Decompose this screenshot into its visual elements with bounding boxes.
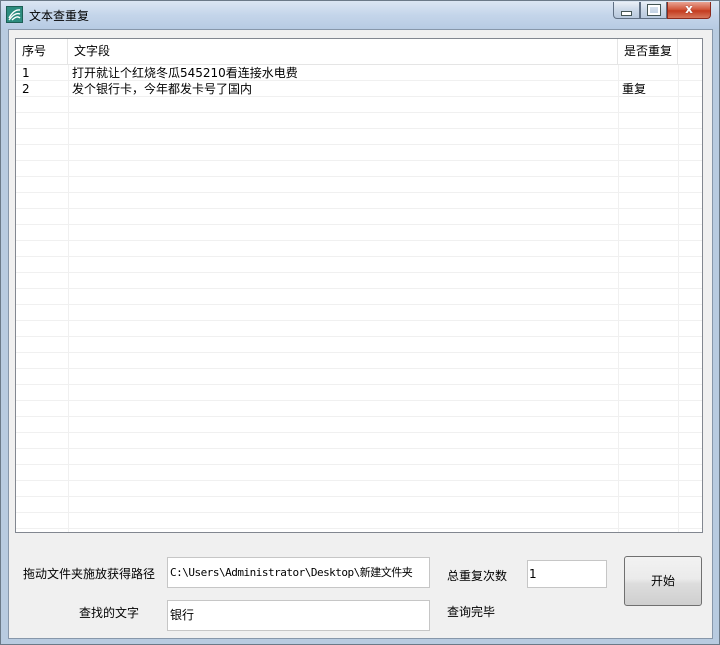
search-label: 查找的文字 <box>79 606 140 620</box>
row-text: 打开就让个红烧冬瓜545210看连接水电费 <box>72 66 298 80</box>
empty-row <box>16 385 702 401</box>
start-button[interactable]: 开始 <box>624 556 702 606</box>
empty-row <box>16 257 702 273</box>
minimize-icon <box>621 11 632 16</box>
table-row[interactable]: 2 发个银行卡，今年都发卡号了国内 重复 <box>16 81 702 97</box>
total-count-field[interactable]: 1 <box>527 560 607 588</box>
empty-row <box>16 417 702 433</box>
window-title: 文本查重复 <box>29 9 90 23</box>
row-number: 1 <box>22 66 30 80</box>
empty-row <box>16 513 702 529</box>
empty-row <box>16 177 702 193</box>
title-bar[interactable]: 文本查重复 x <box>1 1 719 29</box>
empty-row <box>16 481 702 497</box>
column-divider <box>68 65 69 532</box>
empty-row <box>16 209 702 225</box>
minimize-button[interactable] <box>613 2 640 19</box>
search-input[interactable]: 银行 <box>167 600 430 631</box>
close-button[interactable]: x <box>667 2 711 19</box>
empty-row <box>16 369 702 385</box>
empty-row <box>16 97 702 113</box>
empty-row <box>16 113 702 129</box>
empty-row <box>16 241 702 257</box>
column-divider <box>678 65 679 532</box>
empty-row <box>16 129 702 145</box>
empty-row <box>16 321 702 337</box>
empty-row <box>16 465 702 481</box>
column-header-number[interactable]: 序号 <box>16 39 68 64</box>
empty-row <box>16 305 702 321</box>
empty-row <box>16 225 702 241</box>
main-window: 文本查重复 x 序号 文字段 是否重复 1 打开就让个红烧冬瓜545210看连接… <box>0 0 720 645</box>
client-area: 序号 文字段 是否重复 1 打开就让个红烧冬瓜545210看连接水电费 2 发个… <box>8 29 713 639</box>
empty-row <box>16 161 702 177</box>
column-header-duplicate[interactable]: 是否重复 <box>618 39 678 64</box>
list-header: 序号 文字段 是否重复 <box>16 39 702 65</box>
close-icon: x <box>685 2 693 16</box>
status-text: 查询完毕 <box>447 605 496 619</box>
row-duplicate: 重复 <box>622 82 647 96</box>
empty-row <box>16 193 702 209</box>
app-icon <box>6 6 23 23</box>
empty-row <box>16 337 702 353</box>
maximize-button[interactable] <box>640 2 667 19</box>
row-text: 发个银行卡，今年都发卡号了国内 <box>72 82 253 96</box>
column-header-filler <box>678 39 702 64</box>
empty-row <box>16 289 702 305</box>
empty-row <box>16 497 702 513</box>
path-label: 拖动文件夹施放获得路径 <box>23 567 156 581</box>
empty-row <box>16 449 702 465</box>
total-count-label: 总重复次数 <box>447 569 508 583</box>
results-list[interactable]: 序号 文字段 是否重复 1 打开就让个红烧冬瓜545210看连接水电费 2 发个… <box>15 38 703 533</box>
empty-row <box>16 145 702 161</box>
empty-row <box>16 433 702 449</box>
empty-row <box>16 273 702 289</box>
empty-row <box>16 353 702 369</box>
table-row[interactable]: 1 打开就让个红烧冬瓜545210看连接水电费 <box>16 65 702 81</box>
row-number: 2 <box>22 82 30 96</box>
column-divider <box>618 65 619 532</box>
empty-row <box>16 401 702 417</box>
column-header-text[interactable]: 文字段 <box>68 39 618 64</box>
maximize-icon <box>646 4 661 16</box>
path-field[interactable]: C:\Users\Administrator\Desktop\新建文件夹 <box>167 557 430 588</box>
